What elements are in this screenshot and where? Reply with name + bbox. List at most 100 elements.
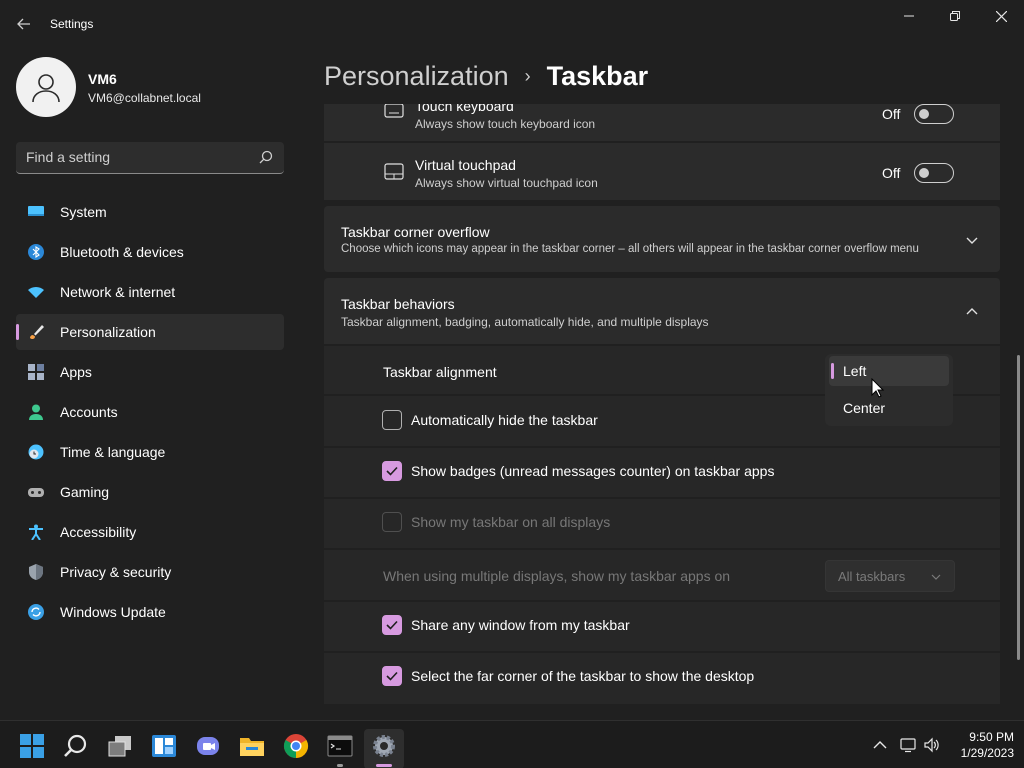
sidebar-item-system[interactable]: System [16,194,284,230]
divider [324,548,1000,550]
chevron-up-icon[interactable] [964,304,980,320]
avatar[interactable] [16,57,76,117]
profile-email: VM6@collabnet.local [88,91,201,105]
divider [324,651,1000,653]
taskbar-start[interactable] [12,729,52,768]
sidebar-item-label: Bluetooth & devices [60,244,184,260]
sidebar-item-windows-update[interactable]: Windows Update [16,594,284,630]
sidebar-item-label: Personalization [60,324,156,340]
minimize-icon [904,15,914,17]
toggle-knob [919,109,929,119]
taskbar-chrome[interactable] [276,729,316,768]
sidebar-item-bluetooth[interactable]: Bluetooth & devices [16,234,284,270]
virtual-touchpad-toggle[interactable] [914,163,954,183]
sidebar-item-accessibility[interactable]: Accessibility [16,514,284,550]
sidebar-item-privacy-security[interactable]: Privacy & security [16,554,284,590]
corner-overflow-subtitle: Choose which icons may appear in the tas… [341,243,919,255]
bluetooth-icon [28,244,44,260]
show-badges-checkbox[interactable] [382,461,402,481]
alignment-option-center[interactable]: Center [829,393,949,423]
breadcrumb-parent[interactable]: Personalization [324,61,509,92]
taskbar-task-view[interactable] [100,729,140,768]
far-corner-checkbox[interactable] [382,666,402,686]
taskbar-clock[interactable]: 9:50 PM 1/29/2023 [944,729,1014,761]
checkmark-icon [386,620,398,630]
touch-keyboard-row: Touch keyboard Always show touch keyboar… [324,104,1000,141]
taskbar-terminal[interactable] [320,729,360,768]
wifi-icon [28,286,44,298]
close-icon [995,10,1007,22]
touch-keyboard-subtitle: Always show touch keyboard icon [415,117,596,131]
search-box[interactable] [16,142,284,174]
share-window-label: Share any window from my taskbar [411,617,630,633]
clock-date: 1/29/2023 [960,746,1014,760]
sidebar-item-label: Apps [60,364,92,380]
search-icon [64,734,87,757]
divider [324,497,1000,499]
brush-icon [30,325,44,339]
share-window-checkbox[interactable] [382,615,402,635]
widgets-icon [152,735,176,757]
chevron-up-icon[interactable] [872,737,888,753]
toggle-knob [919,168,929,178]
option-label: Left [843,363,867,379]
sidebar-item-label: Accounts [60,404,118,420]
divider [324,446,1000,448]
auto-hide-label: Automatically hide the taskbar [411,412,598,428]
taskbar: 9:50 PM 1/29/2023 [0,720,1024,768]
accounts-icon [29,404,43,420]
touch-keyboard-title: Touch keyboard [415,104,514,114]
accessibility-icon [29,524,43,540]
search-input[interactable] [26,142,246,172]
running-indicator [337,764,343,767]
all-displays-checkbox[interactable] [382,512,402,532]
page-title: Taskbar [546,60,649,91]
behaviors-expander[interactable]: Taskbar behaviors Taskbar alignment, bad… [324,278,1000,344]
sidebar-item-label: Network & internet [60,284,176,300]
taskbar-file-explorer[interactable] [232,729,272,768]
taskbar-teams-chat[interactable] [188,729,228,768]
sidebar-item-network[interactable]: Network & internet [16,274,284,310]
back-button[interactable] [12,12,36,36]
active-indicator [376,764,392,767]
sidebar-item-personalization[interactable]: Personalization [16,314,284,350]
corner-overflow-title: Taskbar corner overflow [341,224,490,240]
checkmark-icon [386,671,398,681]
sidebar-item-apps[interactable]: Apps [16,354,284,390]
sidebar-item-accounts[interactable]: Accounts [16,394,284,430]
terminal-icon [327,735,353,757]
sidebar-item-time-language[interactable]: Time & language [16,434,284,470]
taskbar-widgets[interactable] [144,729,184,768]
start-icon [20,734,44,758]
app-title: Settings [50,17,94,31]
touch-keyboard-toggle[interactable] [914,104,954,124]
scrollbar[interactable] [1017,355,1020,660]
teams-chat-icon [197,737,219,755]
sidebar-item-label: Gaming [60,484,110,500]
corner-overflow-expander[interactable]: Taskbar corner overflow Choose which ico… [324,206,1000,272]
checkmark-icon [386,466,398,476]
settings-icon [373,735,395,757]
keyboard-icon [384,104,404,118]
auto-hide-checkbox[interactable] [382,410,402,430]
taskbar-search[interactable] [56,729,96,768]
sidebar-item-label: System [60,204,107,220]
clock-globe-icon [28,444,44,460]
breadcrumb-separator: › [524,65,531,86]
volume-icon[interactable] [924,737,940,753]
minimize-button[interactable] [886,0,932,32]
mouse-cursor-icon [871,378,885,398]
taskbar-settings[interactable] [364,729,404,768]
maximize-button[interactable] [932,0,978,32]
close-button[interactable] [978,0,1024,32]
chevron-down-icon[interactable] [964,232,980,248]
multi-display-dropdown[interactable]: All taskbars [825,560,955,592]
alignment-option-left[interactable]: Left [829,356,949,386]
shield-icon [29,564,43,580]
gamepad-icon [28,488,44,497]
virtual-touchpad-row: Virtual touchpad Always show virtual tou… [324,143,1000,200]
sidebar-item-gaming[interactable]: Gaming [16,474,284,510]
network-icon[interactable] [900,737,916,753]
search-icon[interactable] [258,149,274,165]
sidebar-item-label: Accessibility [60,524,137,540]
